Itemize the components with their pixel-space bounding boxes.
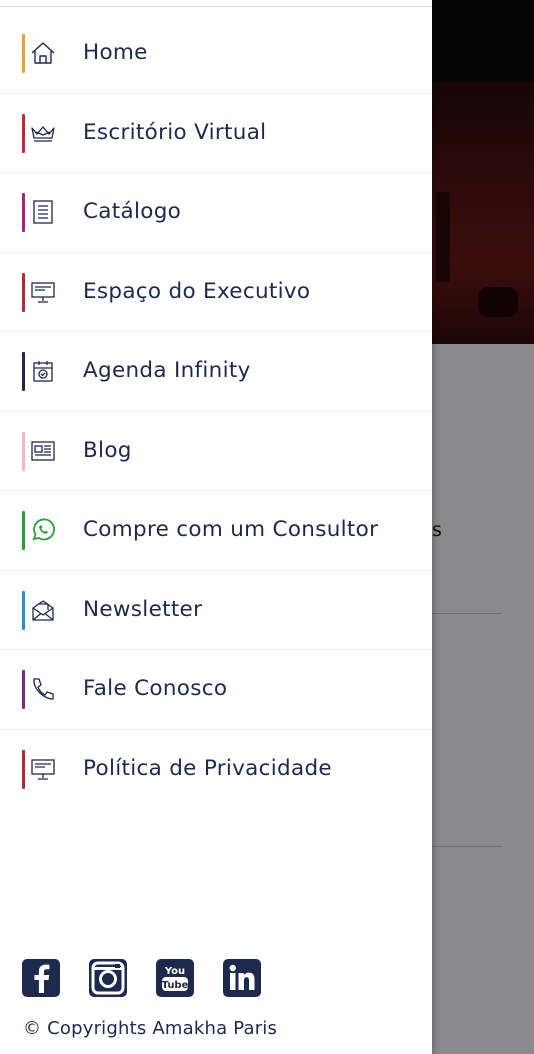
- phone-icon: [30, 676, 56, 702]
- home-icon: [30, 40, 56, 66]
- drawer-menu: Home Escritório Virtual Catálogo Espaço …: [0, 14, 432, 809]
- catalog-icon: [30, 199, 56, 225]
- menu-item-label: Fale Conosco: [83, 676, 228, 701]
- menu-item-label: Blog: [83, 437, 132, 463]
- copyright-text: © Copyrights Amakha Paris: [23, 1018, 278, 1039]
- background-divider: [432, 613, 502, 614]
- newspaper-icon: [30, 438, 56, 464]
- menu-item-label: Espaço do Executivo: [83, 278, 311, 304]
- menu-accent-bar: [22, 352, 25, 391]
- monitor-icon: [30, 756, 56, 782]
- menu-item-escritorio-virtual[interactable]: Escritório Virtual: [0, 94, 432, 173]
- menu-accent-bar: [22, 511, 25, 550]
- menu-accent-bar: [22, 749, 25, 789]
- facebook-icon[interactable]: [22, 959, 60, 997]
- calendar-icon: [30, 358, 56, 384]
- menu-accent-bar: [22, 590, 25, 630]
- menu-item-fale-conosco[interactable]: Fale Conosco: [0, 650, 432, 730]
- menu-accent-bar: [22, 34, 25, 73]
- background-divider: [432, 846, 502, 847]
- menu-item-label: Escritório Virtual: [83, 119, 267, 145]
- menu-item-blog[interactable]: Blog: [0, 412, 432, 491]
- svg-text:You: You: [164, 966, 185, 977]
- background-text-fragment: s: [432, 519, 442, 541]
- menu-item-espaco-executivo[interactable]: Espaço do Executivo: [0, 253, 432, 332]
- social-links: You Tube: [22, 959, 261, 997]
- menu-item-label: Política de Privacidade: [83, 755, 332, 781]
- menu-accent-bar: [22, 113, 25, 153]
- monitor-icon: [30, 279, 56, 305]
- navigation-drawer: Home Escritório Virtual Catálogo Espaço …: [0, 0, 432, 1054]
- menu-accent-bar: [22, 193, 25, 232]
- menu-item-label: Home: [83, 40, 148, 65]
- menu-item-home[interactable]: Home: [0, 14, 432, 94]
- menu-item-label: Newsletter: [83, 596, 203, 622]
- svg-text:Tube: Tube: [162, 980, 189, 991]
- menu-item-label: Catálogo: [83, 199, 182, 224]
- menu-accent-bar: [22, 431, 25, 471]
- menu-item-label: Agenda Infinity: [83, 358, 251, 383]
- crown-icon: [30, 120, 56, 146]
- drawer-divider: [0, 6, 432, 7]
- linkedin-icon[interactable]: [223, 959, 261, 997]
- menu-item-compre-consultor[interactable]: Compre com um Consultor: [0, 491, 432, 571]
- menu-accent-bar: [22, 272, 25, 312]
- youtube-icon[interactable]: You Tube: [156, 959, 194, 997]
- instagram-icon[interactable]: [89, 959, 127, 997]
- menu-item-newsletter[interactable]: Newsletter: [0, 571, 432, 650]
- whatsapp-icon: [30, 517, 56, 543]
- menu-accent-bar: [22, 670, 25, 709]
- menu-item-politica-privacidade[interactable]: Política de Privacidade: [0, 730, 432, 810]
- hero-shape: [436, 192, 450, 282]
- menu-item-agenda-infinity[interactable]: Agenda Infinity: [0, 332, 432, 412]
- hero-shape: [478, 287, 518, 317]
- menu-item-catalogo[interactable]: Catálogo: [0, 173, 432, 253]
- envelope-icon: [30, 597, 56, 623]
- menu-item-label: Compre com um Consultor: [83, 517, 379, 542]
